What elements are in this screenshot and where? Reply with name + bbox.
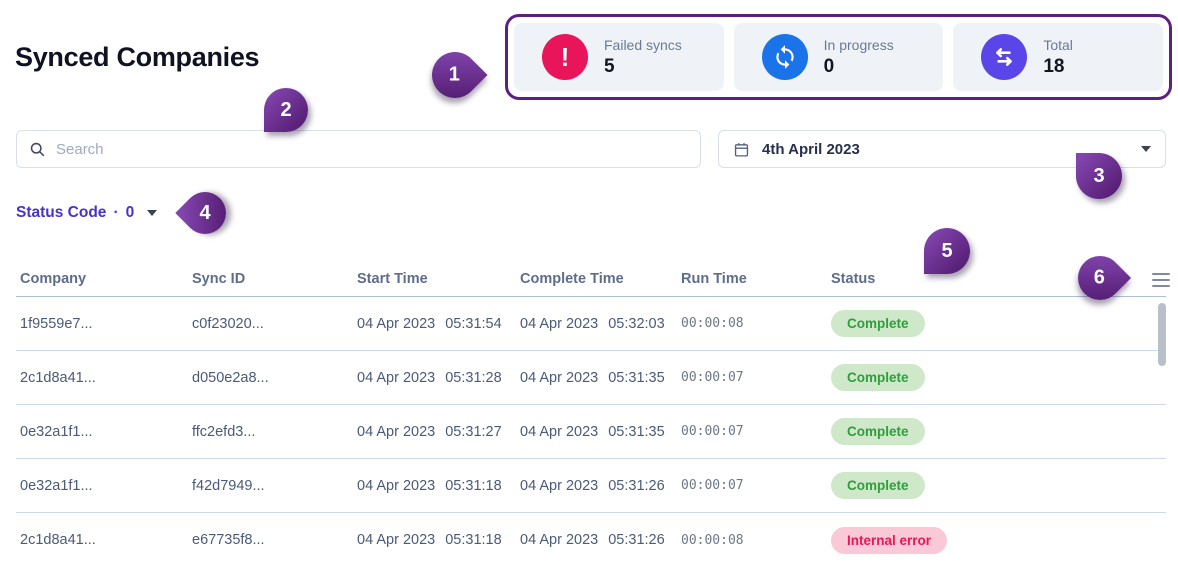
status-cell: Complete bbox=[827, 364, 1166, 391]
company-cell: 1f9559e7... bbox=[20, 315, 93, 332]
company-cell: 2c1d8a41... bbox=[20, 369, 96, 386]
start-time-cell: 04 Apr 2023 05:31:54 bbox=[357, 315, 502, 332]
sync-id-cell: ffc2efd3... bbox=[192, 423, 256, 440]
stat-card-total: Total 18 bbox=[953, 23, 1164, 91]
sync-icon bbox=[761, 34, 808, 80]
table-row[interactable]: 2c1d8a41... e67735f8... 04 Apr 2023 05:31… bbox=[16, 513, 1166, 567]
start-time-cell: 04 Apr 2023 05:31:18 bbox=[357, 532, 502, 548]
status-badge: Complete bbox=[831, 364, 925, 391]
search-field[interactable] bbox=[16, 130, 701, 168]
stat-label: Total bbox=[1043, 36, 1073, 53]
annotation-marker-3: 3 bbox=[1076, 153, 1122, 199]
run-time-cell: 00:00:07 bbox=[681, 424, 744, 439]
column-header-company[interactable]: Company bbox=[16, 271, 188, 287]
alert-circle-icon: ! bbox=[542, 34, 588, 80]
complete-time-cell: 04 Apr 2023 05:31:35 bbox=[520, 423, 665, 440]
sync-id-cell: d050e2a8... bbox=[192, 369, 269, 386]
complete-time-cell: 04 Apr 2023 05:31:35 bbox=[520, 369, 665, 386]
search-input[interactable] bbox=[56, 140, 688, 158]
status-filter-count: 0 bbox=[125, 204, 135, 221]
table-row[interactable]: 2c1d8a41... d050e2a8... 04 Apr 2023 05:31… bbox=[16, 351, 1166, 405]
complete-time-cell: 04 Apr 2023 05:32:03 bbox=[520, 315, 665, 332]
calendar-icon bbox=[734, 142, 749, 157]
status-cell: Internal error bbox=[827, 526, 1166, 554]
stat-label: In progress bbox=[823, 36, 894, 53]
table-row[interactable]: 0e32a1f1... f42d7949... 04 Apr 2023 05:31… bbox=[16, 459, 1166, 513]
start-time-cell: 04 Apr 2023 05:31:27 bbox=[357, 423, 502, 440]
complete-time-cell: 04 Apr 2023 05:31:26 bbox=[520, 477, 665, 494]
run-time-cell: 00:00:07 bbox=[681, 370, 744, 385]
status-code-filter[interactable]: Status Code · 0 bbox=[16, 204, 158, 222]
run-time-cell: 00:00:08 bbox=[681, 532, 744, 548]
column-header-run-time[interactable]: Run Time bbox=[677, 271, 827, 287]
column-header-start-time[interactable]: Start Time bbox=[353, 271, 516, 287]
chevron-down-icon bbox=[1141, 146, 1151, 152]
status-badge: Internal error bbox=[831, 526, 948, 554]
stat-value: 18 bbox=[1043, 55, 1065, 77]
annotation-marker-4: 4 bbox=[175, 183, 235, 243]
search-icon bbox=[30, 142, 45, 156]
date-value: 4th April 2023 bbox=[762, 140, 860, 158]
table-menu-icon[interactable] bbox=[1152, 273, 1170, 287]
status-cell: Complete bbox=[827, 310, 1166, 337]
stat-card-failed-syncs: ! Failed syncs 5 bbox=[514, 23, 724, 91]
transfer-arrows-icon bbox=[981, 34, 1028, 80]
table-header-row: Company Sync ID Start Time Complete Time… bbox=[16, 262, 1166, 297]
company-cell: 0e32a1f1... bbox=[20, 477, 93, 494]
stat-value: 5 bbox=[604, 55, 615, 77]
status-filter-dot: · bbox=[113, 204, 119, 221]
sync-table: Company Sync ID Start Time Complete Time… bbox=[16, 262, 1166, 567]
stat-value: 0 bbox=[823, 55, 835, 77]
status-badge: Complete bbox=[831, 418, 925, 445]
status-cell: Complete bbox=[827, 472, 1166, 499]
status-cell: Complete bbox=[827, 418, 1166, 445]
start-time-cell: 04 Apr 2023 05:31:28 bbox=[357, 369, 502, 386]
table-body: 1f9559e7... c0f23020... 04 Apr 2023 05:31… bbox=[16, 297, 1166, 567]
annotation-marker-2: 2 bbox=[264, 88, 308, 132]
run-time-cell: 00:00:07 bbox=[681, 478, 744, 493]
column-header-complete-time[interactable]: Complete Time bbox=[516, 271, 677, 287]
status-badge: Complete bbox=[831, 472, 925, 499]
company-cell: 0e32a1f1... bbox=[20, 423, 93, 440]
table-row[interactable]: 1f9559e7... c0f23020... 04 Apr 2023 05:31… bbox=[16, 297, 1166, 351]
status-badge: Complete bbox=[831, 310, 925, 337]
sync-id-cell: f42d7949... bbox=[192, 477, 265, 494]
chevron-down-icon bbox=[147, 210, 158, 216]
page-title: Synced Companies bbox=[15, 42, 260, 72]
sync-id-cell: c0f23020... bbox=[192, 315, 264, 332]
status-filter-label: Status Code bbox=[16, 204, 107, 221]
table-row[interactable]: 0e32a1f1... ffc2efd3... 04 Apr 2023 05:31… bbox=[16, 405, 1166, 459]
company-cell: 2c1d8a41... bbox=[20, 532, 96, 548]
annotation-marker-5: 5 bbox=[924, 228, 970, 274]
stats-summary-annotated-box: ! Failed syncs 5 In progress 0 Total 18 bbox=[505, 14, 1172, 100]
sync-id-cell: e67735f8... bbox=[192, 532, 265, 548]
complete-time-cell: 04 Apr 2023 05:31:26 bbox=[520, 532, 665, 548]
run-time-cell: 00:00:08 bbox=[681, 316, 744, 331]
column-header-sync-id[interactable]: Sync ID bbox=[188, 271, 353, 287]
stat-card-in-progress: In progress 0 bbox=[733, 23, 944, 91]
annotation-marker-1: 1 bbox=[422, 42, 488, 108]
scrollbar-thumb[interactable] bbox=[1158, 303, 1166, 366]
start-time-cell: 04 Apr 2023 05:31:18 bbox=[357, 477, 502, 494]
stat-label: Failed syncs bbox=[604, 36, 682, 53]
